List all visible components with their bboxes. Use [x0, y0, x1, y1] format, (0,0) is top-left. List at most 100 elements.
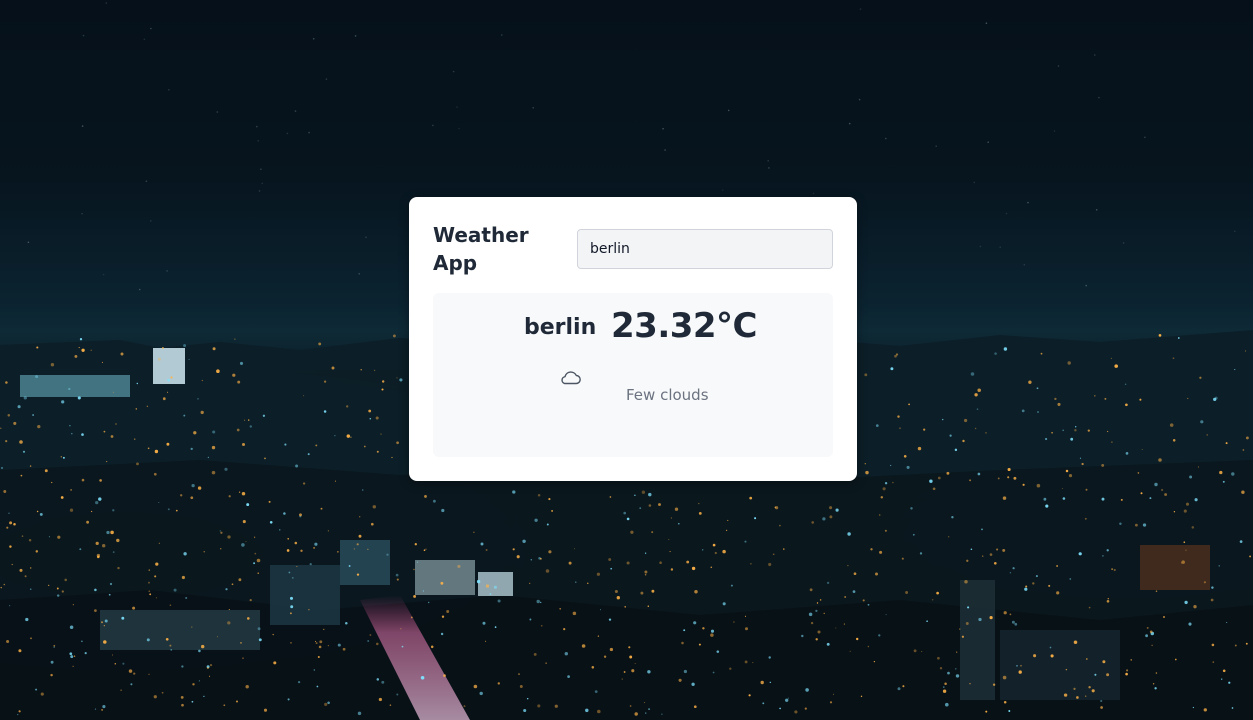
city-light [1088, 606, 1091, 609]
city-light [712, 671, 715, 674]
city-light [165, 637, 169, 641]
city-light [963, 418, 968, 423]
sky-star [312, 38, 315, 40]
city-light [1188, 622, 1192, 626]
city-light [50, 660, 54, 664]
city-light [1056, 565, 1058, 567]
city-light [249, 425, 252, 428]
city-light [242, 657, 244, 659]
city-light [61, 400, 65, 404]
city-light [441, 508, 445, 513]
city-light [564, 652, 568, 656]
city-light [35, 688, 38, 691]
city-light [314, 542, 318, 546]
city-light [768, 656, 771, 659]
city-light [929, 479, 933, 483]
city-light [1125, 672, 1128, 676]
city-light [337, 643, 341, 647]
city-light [772, 553, 775, 556]
city-light [948, 536, 950, 538]
city-light [86, 520, 90, 524]
city-light [440, 632, 444, 636]
city-light [241, 442, 246, 447]
city-light [1219, 470, 1223, 475]
city-light [1210, 598, 1214, 602]
city-light [201, 379, 203, 382]
city-light [367, 548, 369, 550]
city-light [702, 549, 704, 551]
city-light [132, 606, 136, 610]
city-light [1152, 683, 1155, 685]
city-light [1245, 436, 1249, 440]
city-light [72, 665, 74, 667]
city-light [249, 598, 252, 602]
city-light [1101, 463, 1105, 467]
city-light [314, 640, 317, 643]
city-light [1242, 449, 1245, 451]
city-light [1211, 643, 1215, 647]
city-light [749, 496, 753, 500]
city-light [9, 605, 11, 607]
city-light [234, 338, 236, 340]
city-light [1249, 555, 1252, 558]
weather-description: Few clouds [626, 386, 709, 404]
city-light [359, 516, 361, 518]
city-light [30, 637, 32, 640]
city-light [634, 494, 636, 496]
city-light [694, 589, 698, 594]
city-light [843, 623, 845, 625]
city-light [1221, 678, 1223, 680]
city-light [78, 347, 80, 349]
city-light [616, 596, 620, 600]
city-light [523, 708, 527, 713]
city-light [769, 681, 771, 684]
city-light [1181, 560, 1185, 564]
city-light [315, 444, 318, 447]
sky-star [1023, 263, 1026, 266]
city-light [7, 414, 11, 417]
city-light [815, 638, 818, 641]
city-light [1085, 658, 1088, 660]
city-light [1075, 426, 1077, 428]
city-light [69, 625, 74, 630]
city-light [683, 629, 686, 632]
city-light [24, 575, 27, 578]
city-light [108, 593, 111, 596]
city-light [852, 590, 856, 593]
city-light [1110, 357, 1113, 360]
city-light [241, 543, 245, 547]
city-light [120, 689, 122, 691]
city-light [216, 369, 220, 374]
city-light [949, 434, 952, 437]
city-light [20, 474, 23, 477]
city-light [847, 564, 849, 567]
sky-star [257, 140, 260, 142]
city-light [644, 573, 647, 576]
city-light [223, 704, 226, 707]
sky-star [727, 109, 730, 112]
city-light [974, 393, 978, 397]
city-light [410, 616, 413, 619]
city-light [992, 683, 996, 686]
city-light [540, 557, 542, 560]
city-light [1169, 423, 1174, 427]
city-light [258, 638, 262, 642]
sky-star [166, 270, 168, 272]
city-light [994, 352, 997, 355]
city-light [53, 644, 56, 647]
city-light [1111, 568, 1113, 570]
city-light [446, 610, 450, 613]
city-search-input[interactable] [577, 229, 833, 269]
city-light [3, 583, 6, 586]
city-light [551, 509, 554, 512]
city-light [931, 599, 934, 601]
city-light [1067, 361, 1071, 365]
city-light [237, 380, 241, 384]
city-light [974, 427, 977, 430]
city-light [79, 338, 83, 341]
city-light [219, 530, 221, 532]
city-light [691, 566, 696, 571]
city-light [120, 352, 124, 356]
city-light [181, 703, 184, 707]
city-light [1011, 620, 1015, 624]
